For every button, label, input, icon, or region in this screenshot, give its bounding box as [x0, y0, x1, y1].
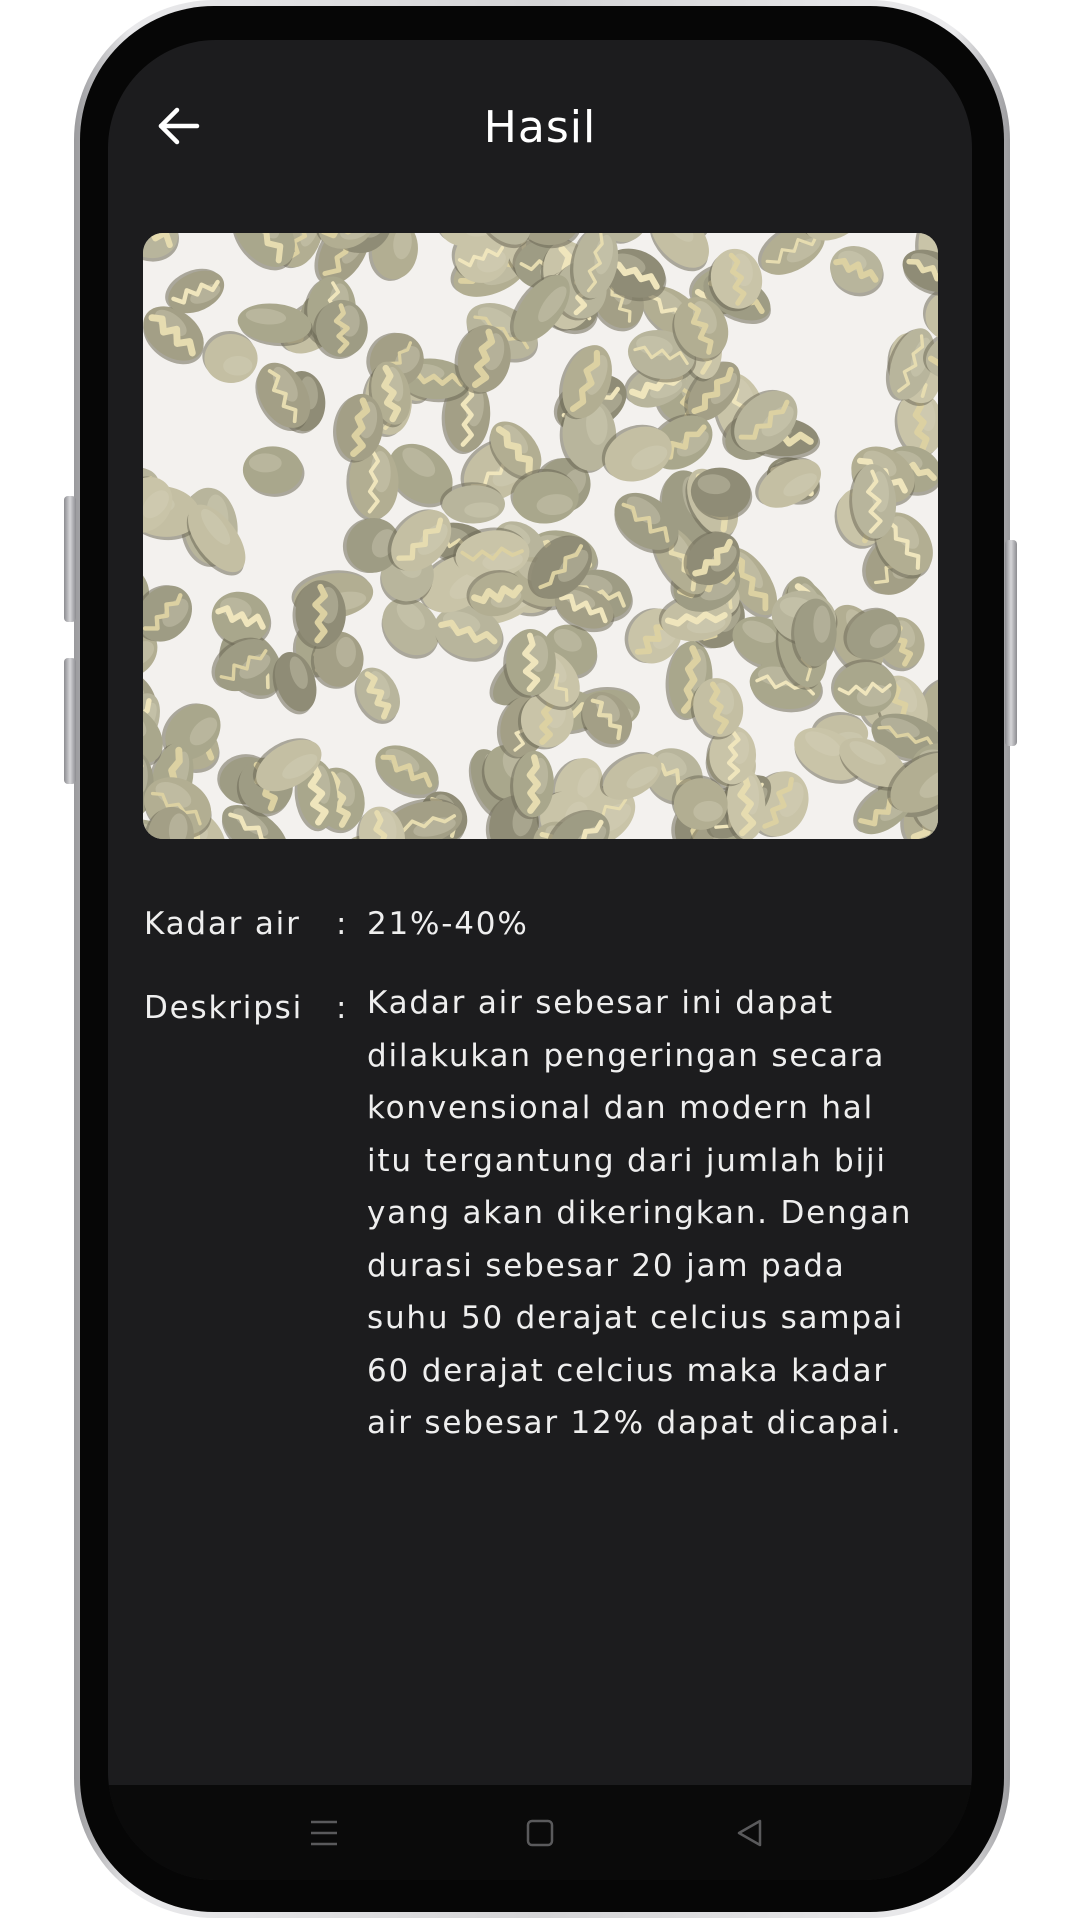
description-text: Kadar air sebesar ini dapat dilakukan pe… [367, 985, 913, 1441]
coffee-beans-photo [143, 233, 938, 839]
menu-icon [311, 1820, 337, 1846]
moisture-label: Kadar air [144, 906, 301, 942]
back-triangle-icon [737, 1819, 762, 1847]
volume-down-button [64, 658, 76, 784]
description-label: Deskripsi [144, 990, 304, 1026]
description-separator: : [336, 990, 349, 1026]
page-title: Hasil [483, 102, 597, 153]
moisture-separator: : [336, 906, 349, 942]
home-square-icon [526, 1819, 554, 1847]
power-button [1005, 540, 1017, 746]
moisture-value: 21%-40% [367, 906, 529, 942]
system-nav-bar [108, 1785, 972, 1880]
app-bar: Hasil [108, 40, 972, 200]
app-screen: Hasil Kadar air : 21%-40% Deskripsi : Ka… [108, 40, 972, 1880]
coffee-beans-image [143, 233, 938, 839]
recent-apps-button[interactable] [294, 1803, 354, 1863]
home-button[interactable] [510, 1803, 570, 1863]
nav-back-button[interactable] [720, 1803, 780, 1863]
volume-up-button [64, 496, 76, 622]
